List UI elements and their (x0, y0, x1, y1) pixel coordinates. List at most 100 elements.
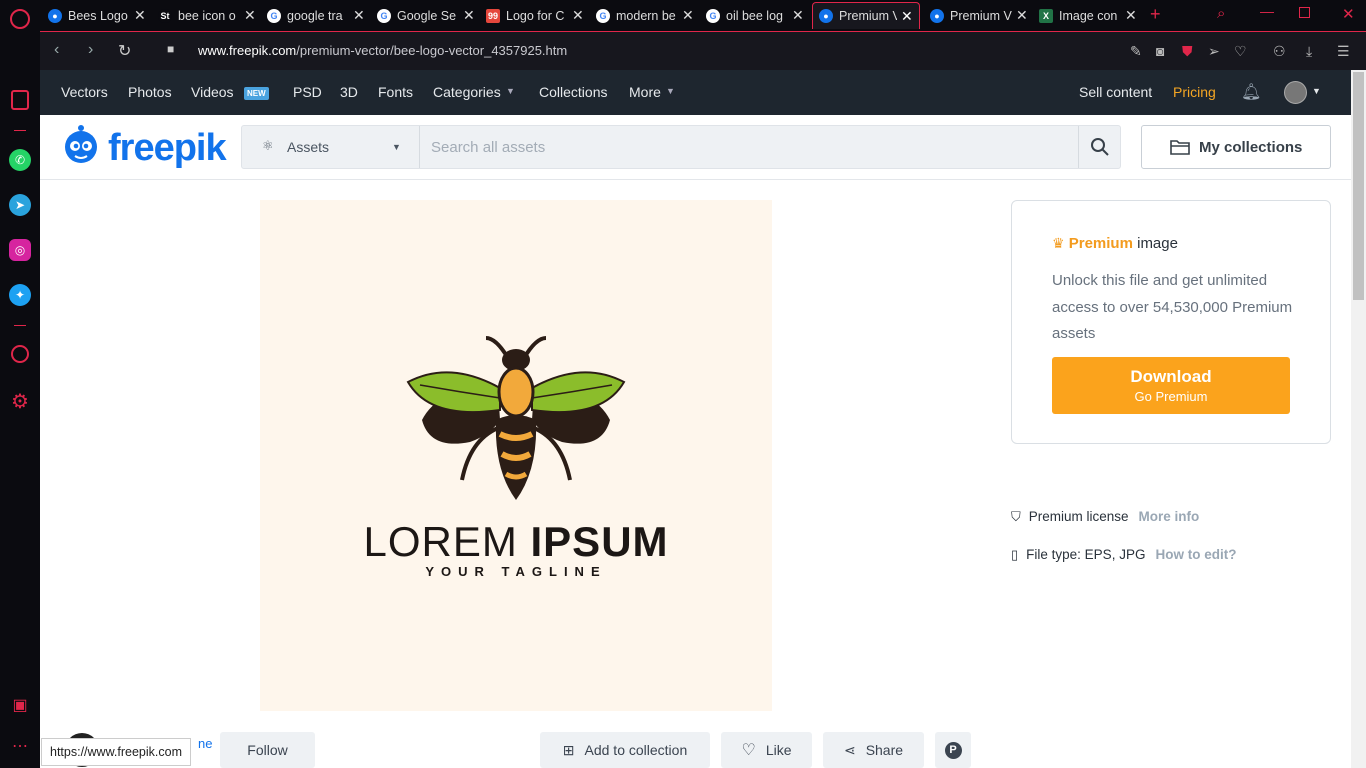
add-to-collection-button[interactable]: ⊞ Add to collection (540, 732, 710, 768)
close-icon[interactable]: ✕ (792, 7, 804, 24)
tab-title: Premium V (950, 8, 1012, 23)
avatar[interactable] (1284, 81, 1307, 104)
shield-icon: ⛉ (1011, 509, 1021, 524)
file-type-label: File type: EPS, JPG (1026, 547, 1146, 562)
download-button[interactable]: Download Go Premium (1052, 357, 1290, 414)
close-icon[interactable]: ✕ (134, 7, 146, 24)
browser-tab[interactable]: G modern be ✕ (596, 2, 694, 29)
nav-collections[interactable]: Collections (539, 84, 607, 100)
browser-tab[interactable]: 99 Logo for C ✕ (486, 2, 584, 29)
reload-icon[interactable]: ↻ (118, 41, 131, 61)
freepik-icon: ● (48, 8, 62, 23)
premium-title-rest: image (1132, 235, 1178, 252)
edit-icon[interactable]: ✎ (1130, 43, 1142, 60)
download-sublabel: Go Premium (1134, 389, 1208, 404)
nav-3d[interactable]: 3D (340, 84, 358, 100)
close-icon[interactable]: ✕ (682, 7, 694, 24)
nav-psd[interactable]: PSD (293, 84, 322, 100)
crown-icon: ♛ (1052, 235, 1065, 251)
adblock-icon[interactable]: ⛊ (1182, 43, 1193, 60)
nav-fonts[interactable]: Fonts (378, 84, 413, 100)
logo-tagline: YOUR TAGLINE (425, 564, 607, 579)
tab-title: bee icon o (178, 8, 236, 23)
download-label: Download (1130, 367, 1212, 386)
browser-tab[interactable]: ● Bees Logo ✕ (48, 2, 146, 29)
opera-news-icon[interactable] (11, 90, 29, 110)
heart-icon[interactable]: ♡ (1234, 43, 1247, 60)
forward-icon[interactable]: › (88, 41, 93, 59)
follow-button[interactable]: Follow (220, 732, 315, 768)
send-icon[interactable]: ➢ (1208, 43, 1220, 60)
history-icon[interactable] (11, 345, 29, 363)
restore-icon[interactable] (1299, 7, 1310, 18)
my-collections-button[interactable]: My collections (1141, 125, 1331, 169)
chevron-down-icon[interactable]: ▼ (1312, 86, 1321, 96)
freepik-logo-icon[interactable] (60, 123, 102, 167)
close-icon[interactable]: ✕ (244, 7, 256, 24)
twitter-icon[interactable]: ✦ (9, 284, 31, 306)
pinterest-button[interactable]: P (935, 732, 971, 768)
search-button[interactable] (1078, 126, 1120, 168)
scrollbar-thumb[interactable] (1353, 72, 1364, 300)
profile-icon[interactable]: ⚇ (1273, 43, 1286, 60)
search-bar: ⚛ Assets ▼ (241, 125, 1121, 169)
camera-icon[interactable]: ◙ (1156, 43, 1164, 59)
close-icon[interactable]: ✕ (572, 7, 584, 24)
close-icon[interactable]: ✕ (1016, 7, 1028, 24)
tab-search-icon[interactable]: ⌕ (1217, 5, 1225, 22)
assets-dropdown[interactable]: ⚛ Assets ▼ (242, 126, 420, 168)
close-icon[interactable]: ✕ (353, 7, 365, 24)
browser-tab[interactable]: ● Premium V ✕ (930, 2, 1028, 29)
share-button[interactable]: ⋖ Share (823, 732, 924, 768)
freepik-icon: ● (819, 9, 833, 23)
opera-logo-icon[interactable] (10, 9, 30, 29)
close-window-icon[interactable]: ✕ (1342, 5, 1355, 23)
opera-sidebar: ✆ ➤ ◎ ✦ ⚙ ▣ ⋯ (0, 0, 40, 768)
freepik-logo[interactable]: freepik (108, 127, 227, 170)
premium-card: ♛ Premium image Unlock this file and get… (1011, 200, 1331, 444)
nav-photos[interactable]: Photos (128, 84, 172, 100)
browser-tab-active[interactable]: ● Premium V ✕ (812, 2, 920, 29)
bell-icon[interactable]: 🔔︎ (1241, 82, 1261, 102)
like-button[interactable]: ♡ Like (721, 732, 812, 768)
nav-categories[interactable]: Categories (433, 84, 501, 100)
nav-vectors[interactable]: Vectors (61, 84, 108, 100)
preview-image[interactable]: LOREM IPSUM YOUR TAGLINE (260, 200, 772, 711)
nav-more[interactable]: More (629, 84, 661, 100)
pricing-link[interactable]: Pricing (1173, 84, 1216, 100)
assets-icon: ⚛ (262, 138, 274, 153)
easy-setup-icon[interactable]: ☰ (1337, 43, 1350, 60)
search-icon (1090, 138, 1109, 156)
how-to-edit-link[interactable]: How to edit? (1155, 547, 1236, 562)
search-input[interactable] (431, 127, 1071, 167)
author-name[interactable]: ne (198, 736, 212, 751)
minimize-icon[interactable]: — (1260, 3, 1274, 19)
sell-content-link[interactable]: Sell content (1079, 84, 1152, 100)
bee-logo-graphic (406, 336, 626, 500)
close-icon[interactable]: ✕ (463, 7, 475, 24)
settings-icon[interactable]: ⚙ (9, 390, 31, 413)
browser-tab[interactable]: St bee icon o ✕ (158, 2, 256, 29)
new-tab-icon[interactable]: + (1150, 4, 1161, 25)
nav-videos[interactable]: Videos (191, 84, 234, 100)
more-info-link[interactable]: More info (1139, 509, 1200, 524)
logo-title-bold: IPSUM (530, 518, 669, 565)
telegram-icon[interactable]: ➤ (9, 194, 31, 216)
page-scrollbar[interactable] (1351, 70, 1366, 768)
browser-tab[interactable]: G Google Se ✕ (377, 2, 475, 29)
browser-tab[interactable]: G google tra ✕ (267, 2, 365, 29)
browser-tab[interactable]: G oil bee log ✕ (706, 2, 804, 29)
back-icon[interactable]: ‹ (54, 41, 59, 59)
download-icon[interactable]: ⤓ (1306, 43, 1312, 60)
99d-icon: 99 (486, 8, 500, 23)
browser-tab[interactable]: X Image con ✕ (1039, 2, 1137, 29)
instagram-icon[interactable]: ◎ (9, 239, 31, 261)
close-icon[interactable]: ✕ (1125, 7, 1137, 24)
lock-icon[interactable]: ■ (167, 42, 174, 56)
url-field[interactable]: www.freepik.com/premium-vector/bee-logo-… (198, 43, 567, 58)
folder-icon (1170, 140, 1190, 155)
close-icon[interactable]: ✕ (901, 8, 913, 25)
gallery-icon[interactable]: ▣ (9, 694, 31, 716)
more-icon[interactable]: ⋯ (9, 735, 31, 757)
whatsapp-icon[interactable]: ✆ (9, 149, 31, 171)
